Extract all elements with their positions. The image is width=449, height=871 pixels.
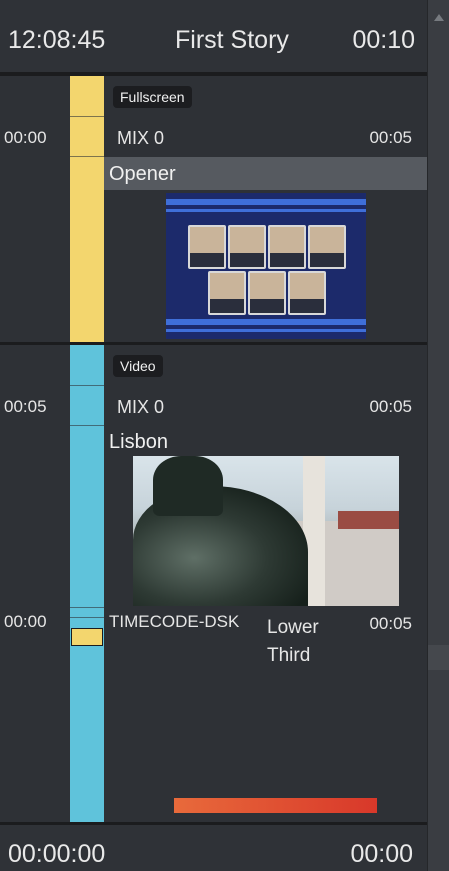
elapsed-time: 00:00:00: [8, 840, 106, 868]
item-start-time: 00:00: [4, 128, 47, 147]
item-start-time: 00:05: [4, 397, 47, 416]
story-time: 12:08:45: [8, 26, 106, 54]
item-title: Opener: [109, 163, 176, 185]
rundown-panel: 12:08:45 First Story 00:10 Fullscreen 00…: [0, 0, 427, 871]
item-duration: 00:05: [369, 128, 412, 147]
dsk-duration: 00:05: [369, 614, 412, 633]
remaining-time: 00:00: [350, 840, 413, 868]
strip-divider: [70, 116, 104, 117]
dsk-label: Lower Third: [267, 617, 319, 666]
item-transition: MIX 0: [117, 128, 165, 148]
scroll-up-arrow-icon[interactable]: [434, 14, 444, 21]
story-header[interactable]: 12:08:45 First Story 00:10: [0, 0, 427, 76]
lisbon-thumbnail: [133, 456, 399, 606]
vertical-scrollbar[interactable]: [427, 0, 449, 871]
item-type-badge: Fullscreen: [113, 86, 192, 108]
rundown-footer: 00:00:00 00:00: [0, 825, 427, 871]
scroll-track-highlight: [428, 645, 449, 670]
strip-divider: [70, 607, 104, 608]
strip-divider: [70, 156, 104, 157]
lower-third-preview: [174, 798, 377, 813]
story-duration: 00:10: [352, 26, 415, 54]
strip-divider: [70, 617, 104, 618]
dsk-marker[interactable]: [71, 628, 103, 646]
opener-thumbnail: [166, 193, 366, 339]
dsk-start-time: 00:00: [4, 612, 47, 631]
strip-divider: [70, 425, 104, 426]
strip-divider: [70, 385, 104, 386]
item-duration: 00:05: [369, 397, 412, 416]
dsk-name[interactable]: TIMECODE-DSK: [109, 612, 239, 632]
item-type-badge: Video: [113, 355, 163, 377]
item-transition: MIX 0: [117, 397, 165, 417]
story-title: First Story: [175, 26, 289, 54]
item-color-strip: [70, 345, 104, 822]
item-title: Lisbon: [109, 431, 168, 453]
